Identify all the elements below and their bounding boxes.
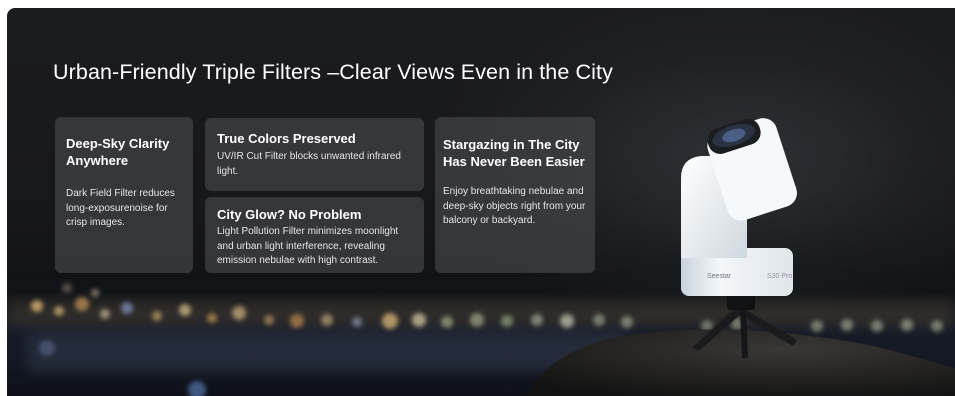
feature-card-heading: True Colors Preserved (217, 131, 356, 146)
feature-card-stargazing: Stargazing in The City Has Never Been Ea… (435, 117, 595, 273)
feature-card-heading: City Glow? No Problem (217, 207, 362, 222)
feature-card-body: Light Pollution Filter minimizes moonlig… (217, 226, 399, 266)
model-label: S30 Pro (767, 273, 792, 280)
feature-card-body: UV/IR Cut Filter blocks unwanted infrare… (217, 151, 401, 177)
feature-card-heading: Stargazing in The City Has Never Been Ea… (443, 137, 585, 169)
hero-banner: Urban-Friendly Triple Filters –Clear Vie… (7, 8, 955, 396)
feature-card-body: Dark Field Filter reduces long-exposuren… (66, 188, 175, 228)
feature-card-city-glow: City Glow? No Problem Light Pollution Fi… (205, 197, 424, 273)
feature-card-heading: Deep-Sky Clarity Anywhere (66, 136, 170, 168)
feature-card-deep-sky: Deep-Sky Clarity Anywhere Dark Field Fil… (55, 117, 193, 273)
page-title: Urban-Friendly Triple Filters –Clear Vie… (53, 60, 613, 84)
feature-card-true-colors: True Colors Preserved UV/IR Cut Filter b… (205, 118, 424, 191)
smart-telescope-image: Seestar S30 Pro (681, 118, 797, 358)
feature-card-body: Enjoy breathtaking nebulae and deep-sky … (443, 186, 586, 226)
brand-label: Seestar (707, 273, 732, 280)
